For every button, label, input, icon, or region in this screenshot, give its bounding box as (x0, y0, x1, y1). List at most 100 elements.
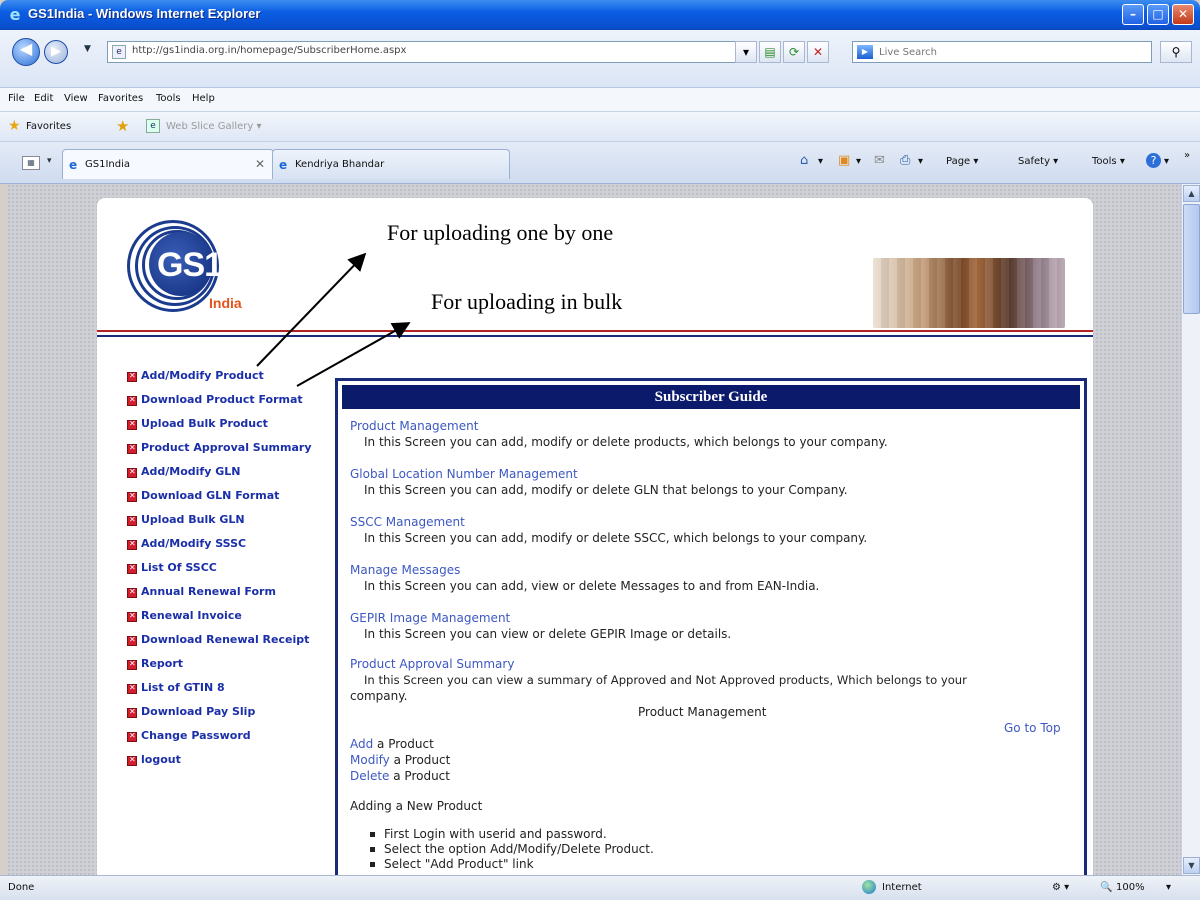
protected-mode-icon[interactable]: ⚙ ▾ (1052, 882, 1069, 893)
print-icon[interactable]: ⎙ (900, 153, 910, 168)
guide-desc: In this Screen you can add, modify or de… (364, 435, 888, 449)
add-favorite-icon[interactable]: ★ (116, 117, 129, 135)
address-url[interactable]: http://gs1india.org.in/homepage/Subscrib… (132, 45, 406, 56)
page-viewport: GS1 India For uploading one by one For u… (7, 184, 1181, 875)
bullet-icon (127, 443, 137, 454)
menu-link[interactable]: Upload Bulk GLN (141, 513, 245, 526)
bullet-icon (127, 371, 137, 382)
zoom-dropdown[interactable]: ▾ (1166, 882, 1171, 893)
tab-kendriya-bhandar[interactable]: e Kendriya Bhandar (272, 149, 510, 179)
quick-tabs-icon[interactable]: ▦ (22, 156, 40, 170)
favorites-bar: ★ Favorites ★ e Web Slice Gallery ▾ (0, 112, 1200, 142)
action-modify-product: Modify a Product (350, 753, 450, 767)
menu-tools[interactable]: Tools (156, 93, 181, 104)
annotation-upload-bulk: For uploading in bulk (431, 289, 623, 314)
menu-link[interactable]: List Of SSCC (141, 561, 217, 574)
action-rest: a Product (389, 753, 451, 767)
tab-label: GS1India (85, 159, 130, 170)
status-bar: Done Internet ⚙ ▾ 🔍 100% ▾ (0, 875, 1200, 900)
search-input[interactable] (879, 44, 1144, 60)
search-button[interactable]: ⚲ (1160, 41, 1192, 63)
menu-link[interactable]: Change Password (141, 729, 251, 742)
tools-menu[interactable]: Tools ▾ (1092, 156, 1125, 167)
address-dropdown-button[interactable]: ▾ (735, 41, 757, 63)
feeds-icon[interactable]: ▣ (838, 153, 850, 168)
maximize-button[interactable]: □ (1147, 4, 1169, 25)
help-dropdown[interactable]: ▾ (1164, 156, 1169, 167)
menu-link[interactable]: Download Product Format (141, 393, 303, 406)
action-rest: a Product (389, 769, 450, 783)
bullet-icon (127, 419, 137, 430)
delete-link[interactable]: Delete (350, 769, 389, 783)
menu-link[interactable]: Annual Renewal Form (141, 585, 276, 598)
add-link[interactable]: Add (350, 737, 373, 751)
guide-link-manage-messages[interactable]: Manage Messages (350, 563, 460, 577)
menu-link[interactable]: Upload Bulk Product (141, 417, 268, 430)
stop-icon[interactable]: ✕ (807, 41, 829, 63)
modify-link[interactable]: Modify (350, 753, 390, 767)
recent-pages-dropdown[interactable]: ▼ (84, 44, 91, 54)
bullet-icon (127, 491, 137, 502)
menu-link[interactable]: Product Approval Summary (141, 441, 312, 454)
header-photo (873, 258, 1065, 328)
menu-view[interactable]: View (64, 93, 88, 104)
tab-list-dropdown[interactable]: ▾ (47, 156, 52, 166)
vertical-scrollbar[interactable]: ▲ ▼ (1181, 184, 1200, 875)
menu-link[interactable]: List of GTIN 8 (141, 681, 225, 694)
scroll-down-arrow[interactable]: ▼ (1183, 857, 1200, 874)
action-delete-product: Delete a Product (350, 769, 450, 783)
bullet-icon (127, 395, 137, 406)
scroll-up-arrow[interactable]: ▲ (1183, 185, 1200, 202)
refresh-icon[interactable]: ⟳ (783, 41, 805, 63)
menu-link[interactable]: Report (141, 657, 183, 670)
guide-link-product-approval-summary[interactable]: Product Approval Summary (350, 657, 514, 671)
compatibility-view-icon[interactable]: ▤ (759, 41, 781, 63)
menu-file[interactable]: File (8, 93, 25, 104)
favorites-star-icon[interactable]: ★ (8, 118, 21, 134)
guide-link-product-management[interactable]: Product Management (350, 419, 478, 433)
zoom-level[interactable]: 100% (1116, 882, 1145, 893)
forward-button[interactable]: ▶ (44, 40, 68, 64)
search-box[interactable]: ▶ (852, 41, 1152, 63)
print-dropdown[interactable]: ▾ (918, 156, 923, 167)
guide-title: Subscriber Guide (342, 385, 1080, 409)
web-slice-gallery-link[interactable]: Web Slice Gallery ▾ (166, 121, 262, 132)
safety-menu[interactable]: Safety ▾ (1018, 156, 1058, 167)
page-menu[interactable]: Page ▾ (946, 156, 978, 167)
help-icon[interactable]: ? (1146, 153, 1161, 168)
menu-link[interactable]: Download Pay Slip (141, 705, 255, 718)
address-bar[interactable]: e http://gs1india.org.in/homepage/Subscr… (107, 41, 750, 63)
menu-link[interactable]: Renewal Invoice (141, 609, 242, 622)
bullet-icon (127, 731, 137, 742)
steps-list: First Login with userid and password. Se… (368, 827, 654, 872)
close-tab-icon[interactable]: ✕ (255, 157, 265, 171)
guide-link-gepir-image-management[interactable]: GEPIR Image Management (350, 611, 510, 625)
close-window-button[interactable]: ✕ (1172, 4, 1194, 25)
tab-gs1india[interactable]: e GS1India ✕ (62, 149, 274, 179)
zoom-icon[interactable]: 🔍 (1100, 882, 1112, 893)
favorites-button[interactable]: Favorites (26, 121, 71, 132)
menu-link[interactable]: Add/Modify Product (141, 369, 264, 382)
menu-link[interactable]: Download GLN Format (141, 489, 279, 502)
guide-link-gln-management[interactable]: Global Location Number Management (350, 467, 578, 481)
menu-edit[interactable]: Edit (34, 93, 53, 104)
mail-icon[interactable]: ✉ (874, 153, 885, 168)
go-to-top-link[interactable]: Go to Top (1004, 721, 1061, 735)
home-dropdown[interactable]: ▾ (818, 156, 823, 167)
adding-new-product-heading: Adding a New Product (350, 799, 483, 813)
minimize-button[interactable]: – (1122, 4, 1144, 25)
bullet-icon (127, 659, 137, 670)
menu-link[interactable]: Add/Modify SSSC (141, 537, 246, 550)
menu-favorites[interactable]: Favorites (98, 93, 143, 104)
menu-link[interactable]: logout (141, 753, 181, 766)
menu-link[interactable]: Download Renewal Receipt (141, 633, 309, 646)
feeds-dropdown[interactable]: ▾ (856, 156, 861, 167)
home-icon[interactable]: ⌂ (800, 153, 808, 168)
subscriber-guide-panel: Subscriber Guide Product Management In t… (335, 378, 1087, 875)
guide-link-sscc-management[interactable]: SSCC Management (350, 515, 465, 529)
menu-help[interactable]: Help (192, 93, 215, 104)
menu-link[interactable]: Add/Modify GLN (141, 465, 240, 478)
more-commands-chevron[interactable]: » (1184, 150, 1190, 161)
back-button[interactable]: ◀ (12, 38, 40, 66)
scroll-thumb[interactable] (1183, 204, 1200, 314)
